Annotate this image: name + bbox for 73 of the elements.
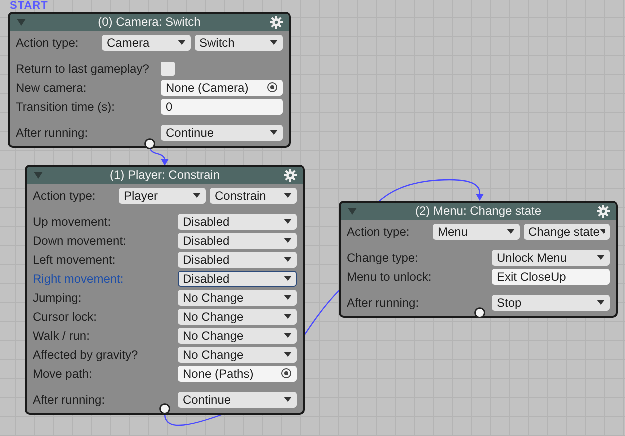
connector-line <box>149 148 169 166</box>
dropdown[interactable]: Change state <box>524 224 610 240</box>
caret-icon <box>284 257 292 262</box>
caret-icon <box>178 40 186 45</box>
node-title: (2) Menu: Change state <box>415 204 542 218</box>
caret-icon <box>506 229 514 234</box>
field-label: Cursor lock: <box>33 308 98 324</box>
field-label: New camera: <box>16 80 88 96</box>
target-icon[interactable] <box>281 368 292 379</box>
input-field[interactable]: 0 <box>161 98 283 114</box>
field-label: After running: <box>347 294 420 310</box>
field-label: Jumping: <box>33 290 83 306</box>
object-field[interactable]: None (Paths) <box>178 366 297 382</box>
object-field[interactable]: None (Camera) <box>161 80 283 96</box>
dropdown[interactable]: Constrain <box>210 188 297 204</box>
target-icon[interactable] <box>267 82 278 93</box>
caret-icon <box>284 219 292 224</box>
field-label: Left movement: <box>33 252 117 268</box>
dropdown[interactable]: No Change <box>178 290 297 306</box>
dropdown[interactable]: Stop <box>492 294 610 310</box>
caret-icon <box>600 229 605 234</box>
field-label: Action type: <box>347 224 411 240</box>
dropdown[interactable]: No Change <box>178 346 297 362</box>
dropdown[interactable]: Disabled <box>178 270 297 286</box>
field-label: After running: <box>33 392 106 408</box>
caret-icon <box>270 130 278 135</box>
dropdown[interactable]: Continue <box>178 392 297 408</box>
field-label: Move path: <box>33 366 94 382</box>
dropdown[interactable]: No Change <box>178 308 297 324</box>
caret-icon <box>597 300 605 305</box>
caret-icon <box>193 193 201 198</box>
field-label: Affected by gravity? <box>33 346 140 362</box>
start-label: START <box>10 0 48 13</box>
field-label: Menu to unlock: <box>347 268 433 284</box>
caret-icon <box>284 238 292 243</box>
field-label: Transition time (s): <box>16 98 116 114</box>
dropdown[interactable]: Menu <box>433 224 520 240</box>
dropdown[interactable]: Disabled <box>178 232 297 248</box>
output-port-icon[interactable] <box>144 138 156 150</box>
caret-icon <box>284 314 292 319</box>
node-title: (1) Player: Constrain <box>110 168 220 182</box>
caret-icon <box>284 397 292 402</box>
caret-icon <box>597 255 605 260</box>
dropdown[interactable]: Switch <box>194 34 283 50</box>
field-label: Down movement: <box>33 232 128 248</box>
dropdown[interactable]: Camera <box>102 34 190 50</box>
settings-icon[interactable] <box>284 169 297 182</box>
checkbox[interactable] <box>161 62 175 76</box>
settings-icon[interactable] <box>597 205 610 218</box>
field-label: Walk / run: <box>33 328 91 344</box>
dropdown[interactable]: Player <box>119 188 206 204</box>
field-label: Right movement: <box>33 270 125 286</box>
caret-icon <box>284 193 292 198</box>
dropdown[interactable]: No Change <box>178 328 297 344</box>
field-label: After running: <box>16 124 90 140</box>
caret-icon <box>284 333 292 338</box>
dropdown[interactable]: Unlock Menu <box>492 250 610 266</box>
caret-icon <box>284 352 292 357</box>
field-label: Action type: <box>16 34 80 52</box>
caret-icon <box>284 295 292 300</box>
dropdown[interactable]: Disabled <box>178 252 297 268</box>
dropdown[interactable]: Continue <box>161 124 283 140</box>
field-label: Up movement: <box>33 214 112 230</box>
field-label: Return to last gameplay? <box>16 60 150 76</box>
caret-icon <box>284 276 292 281</box>
field-label: Action type: <box>33 188 97 204</box>
dropdown[interactable]: Disabled <box>178 214 297 230</box>
output-port-icon[interactable] <box>474 307 486 319</box>
input-field[interactable]: Exit CloseUp <box>492 268 610 284</box>
node-title: (0) Camera: Switch <box>98 15 201 29</box>
settings-icon[interactable] <box>270 16 283 29</box>
field-label: Change type: <box>347 250 420 266</box>
caret-icon <box>270 40 278 45</box>
